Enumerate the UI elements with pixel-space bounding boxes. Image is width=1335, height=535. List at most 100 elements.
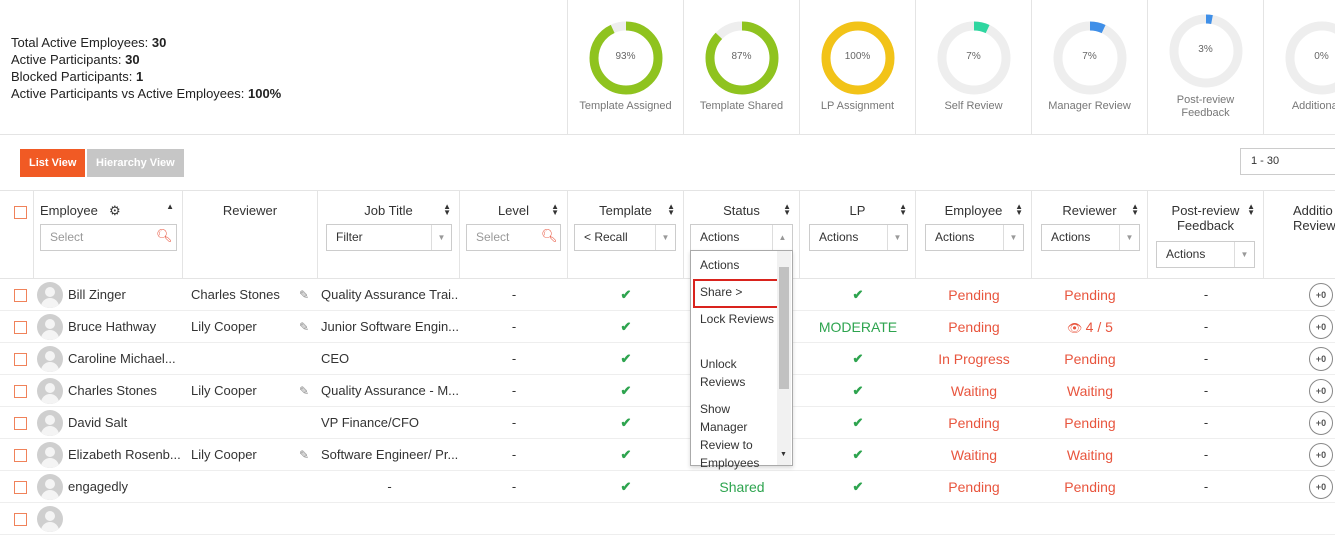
row-checkbox[interactable] xyxy=(14,513,27,526)
row-checkbox[interactable] xyxy=(14,417,27,430)
employee-review-status[interactable]: Pending xyxy=(916,407,1032,439)
employee-review-status[interactable]: Pending xyxy=(916,279,1032,311)
dropdown-item-share[interactable]: Share > xyxy=(691,283,777,301)
donut-label: Additional R xyxy=(1291,100,1335,112)
dropdown-item-actions[interactable]: Actions xyxy=(691,256,777,274)
reviewer-review-status[interactable]: Pending xyxy=(1032,471,1148,503)
sort-icon[interactable]: ▲ ▼ xyxy=(783,203,791,217)
donut-card: 3% Post-review Feedback xyxy=(1148,0,1264,135)
chevron-down-icon: ▼ xyxy=(655,225,675,250)
reviewer-review-status[interactable]: Pending xyxy=(1032,343,1148,375)
dropdown-item-unlock-reviews[interactable]: Unlock Reviews xyxy=(691,355,777,391)
status-column-title[interactable]: Status xyxy=(684,203,799,218)
level-value: - xyxy=(511,351,517,366)
employee-name[interactable]: engagedly xyxy=(68,471,180,503)
employee-name[interactable]: Charles Stones xyxy=(68,375,180,407)
table-row[interactable]: Elizabeth Rosenb... Lily Cooper ✎ Softwa… xyxy=(0,439,1335,471)
lp-actions-select[interactable]: Actions ▼ xyxy=(809,224,908,251)
hierarchy-view-button[interactable]: Hierarchy View xyxy=(87,149,184,177)
lp-column-title[interactable]: LP xyxy=(800,203,915,218)
table-row[interactable]: David Salt VP Finance/CFO - ✔ ✔ Pending … xyxy=(0,407,1335,439)
row-checkbox[interactable] xyxy=(14,321,27,334)
donut-card: 100% LP Assignment xyxy=(800,0,916,135)
avatar xyxy=(37,506,63,532)
employee-name[interactable]: Bruce Hathway xyxy=(68,311,180,343)
reviewer-review-status[interactable]: Waiting xyxy=(1032,375,1148,407)
stat-value: 30 xyxy=(151,35,167,50)
row-checkbox[interactable] xyxy=(14,353,27,366)
avatar xyxy=(37,282,63,308)
job-title-filter-select[interactable]: Filter ▼ xyxy=(326,224,452,251)
employee-review-status[interactable]: Waiting xyxy=(916,439,1032,471)
employee-review-status[interactable]: Pending xyxy=(916,311,1032,343)
employee-name[interactable]: Elizabeth Rosenb... xyxy=(68,439,180,471)
reviewer-review-status[interactable]: 👁︎ 4 / 5 xyxy=(1032,311,1148,343)
reviewer-name xyxy=(191,407,296,439)
sort-icon[interactable]: ▲ ▼ xyxy=(899,203,907,217)
template-filter-select[interactable]: < Recall ▼ xyxy=(574,224,676,251)
add-reviewer-badge[interactable]: +0 xyxy=(1309,443,1333,467)
table-row[interactable]: Bruce Hathway Lily Cooper ✎ Junior Softw… xyxy=(0,311,1335,343)
row-checkbox[interactable] xyxy=(14,449,27,462)
reviewer-actions-select[interactable]: Actions ▼ xyxy=(1041,224,1140,251)
select-all-checkbox[interactable] xyxy=(14,206,27,219)
row-checkbox[interactable] xyxy=(14,385,27,398)
list-view-button[interactable]: List View xyxy=(20,149,86,177)
dropdown-scrollbar[interactable]: ▼ xyxy=(777,251,791,465)
add-reviewer-badge[interactable]: +0 xyxy=(1309,475,1333,499)
post-review-actions-select[interactable]: Actions ▼ xyxy=(1156,241,1255,268)
add-reviewer-badge[interactable]: +0 xyxy=(1309,315,1333,339)
add-reviewer-badge[interactable]: +0 xyxy=(1309,347,1333,371)
sort-icon[interactable]: ▲ ▼ xyxy=(667,203,675,217)
table-row[interactable] xyxy=(0,503,1335,535)
reviewer-column-title[interactable]: Reviewer xyxy=(183,203,317,218)
pencil-icon[interactable]: ✎ xyxy=(299,439,309,471)
pencil-icon[interactable]: ✎ xyxy=(299,311,309,343)
add-reviewer-badge[interactable]: +0 xyxy=(1309,379,1333,403)
scrollbar-thumb[interactable] xyxy=(779,267,789,389)
additional-review-column-title[interactable]: Additio Review xyxy=(1293,203,1335,233)
pencil-icon[interactable]: ✎ xyxy=(299,279,309,311)
table-row[interactable]: engagedly - - ✔ Shared ✔ Pending Pending… xyxy=(0,471,1335,503)
reviewer-review-status[interactable]: Waiting xyxy=(1032,439,1148,471)
dropdown-item-lock-reviews[interactable]: Lock Reviews xyxy=(691,310,777,328)
status-actions-select[interactable]: Actions ▲ xyxy=(690,224,793,251)
employee-name[interactable]: Caroline Michael... xyxy=(68,343,180,375)
chevron-down-icon: ▼ xyxy=(1003,225,1023,250)
employee-status-column-title[interactable]: Employee xyxy=(916,203,1031,218)
template-column-title[interactable]: Template xyxy=(568,203,683,218)
row-checkbox[interactable] xyxy=(14,481,27,494)
employee-name[interactable]: Bill Zinger xyxy=(68,279,180,311)
chevron-down-icon: ▼ xyxy=(887,225,907,250)
dropdown-item-show-manager-review[interactable]: Show Manager Review to Employees xyxy=(691,400,777,472)
table-row[interactable]: Bill Zinger Charles Stones ✎ Quality Ass… xyxy=(0,279,1335,311)
employee-review-status[interactable]: Waiting xyxy=(916,375,1032,407)
select-value: Actions xyxy=(935,230,975,244)
employee-review-status[interactable]: In Progress xyxy=(916,343,1032,375)
job-title-column-title[interactable]: Job Title xyxy=(318,203,459,218)
row-checkbox[interactable] xyxy=(14,289,27,302)
sort-icon[interactable]: ▲ ▼ xyxy=(443,203,451,217)
sort-icon[interactable]: ▲ ▼ xyxy=(551,203,559,217)
add-reviewer-badge[interactable]: +0 xyxy=(1309,283,1333,307)
stat-value: 100% xyxy=(247,86,282,101)
post-review-column-title[interactable]: Post-review Feedback xyxy=(1168,203,1243,233)
sort-icon[interactable]: ▲ xyxy=(166,203,174,211)
gear-icon[interactable]: ⚙ xyxy=(109,203,121,219)
pagination-select[interactable]: 1 - 30 xyxy=(1240,148,1335,175)
sort-icon[interactable]: ▲ ▼ xyxy=(1015,203,1023,217)
reviewer-status-column-title[interactable]: Reviewer xyxy=(1032,203,1147,218)
table-row[interactable]: Caroline Michael... CEO - ✔ ✔ In Progres… xyxy=(0,343,1335,375)
table-row[interactable]: Charles Stones Lily Cooper ✎ Quality Ass… xyxy=(0,375,1335,407)
employee-name[interactable]: David Salt xyxy=(68,407,180,439)
employee-actions-select[interactable]: Actions ▼ xyxy=(925,224,1024,251)
reviewer-review-status[interactable]: Pending xyxy=(1032,279,1148,311)
employee-review-status[interactable]: Pending xyxy=(916,471,1032,503)
lp-header: LP ▲ ▼ Actions ▼ xyxy=(800,190,916,279)
sort-icon[interactable]: ▲ ▼ xyxy=(1247,203,1255,217)
sort-icon[interactable]: ▲ ▼ xyxy=(1131,203,1139,217)
scroll-down-icon[interactable]: ▼ xyxy=(780,451,787,458)
add-reviewer-badge[interactable]: +0 xyxy=(1309,411,1333,435)
reviewer-review-status[interactable]: Pending xyxy=(1032,407,1148,439)
pencil-icon[interactable]: ✎ xyxy=(299,375,309,407)
